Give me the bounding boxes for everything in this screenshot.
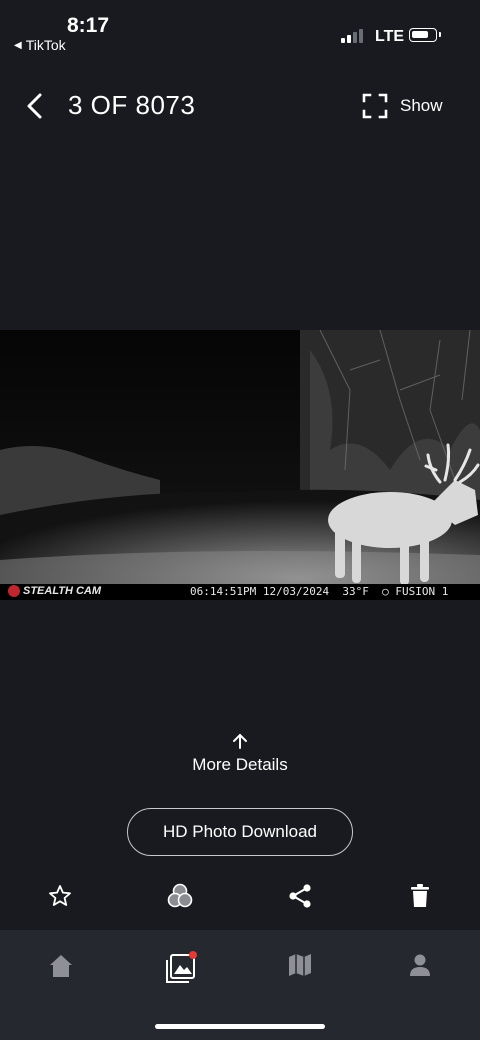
filter-circles-icon: [167, 883, 193, 908]
status-time: 8:17: [67, 14, 110, 37]
stealth-cam-logo: STEALTH CAM: [8, 585, 101, 597]
moon-phase-icon: ○: [382, 585, 389, 598]
back-app-label: TikTok: [25, 37, 66, 53]
gallery-icon: [166, 951, 197, 983]
show-label[interactable]: Show: [400, 96, 443, 116]
nav-map[interactable]: [287, 952, 315, 980]
battery-icon: [409, 28, 441, 42]
nav-home[interactable]: [47, 952, 75, 980]
brand-label: STEALTH CAM: [23, 585, 102, 597]
more-details-button[interactable]: More Details: [0, 733, 480, 775]
notification-badge: [189, 951, 197, 959]
back-to-app-link[interactable]: ◀ TikTok: [14, 37, 66, 53]
delete-button[interactable]: [406, 882, 434, 910]
home-icon: [50, 955, 72, 977]
share-icon: [289, 884, 311, 908]
photo-counter: 3 OF 8073: [68, 90, 196, 120]
chevron-left-icon: [27, 93, 42, 119]
filter-button[interactable]: [166, 882, 194, 910]
slideshow-button[interactable]: [362, 93, 388, 119]
home-indicator[interactable]: [155, 1024, 325, 1029]
stamp-info: 06:14:51PM 12/03/2024 33°F ○ FUSION 1: [190, 585, 448, 598]
back-triangle-icon: ◀: [14, 39, 22, 51]
deer-night-image: [0, 330, 480, 600]
nav-gallery[interactable]: [166, 951, 197, 983]
stamp-date: 12/03/2024: [262, 585, 330, 598]
hd-photo-download-label: HD Photo Download: [162, 822, 318, 841]
trash-icon: [411, 884, 429, 907]
trail-camera-photo[interactable]: [0, 330, 480, 600]
stamp-camera: FUSION 1: [395, 585, 449, 598]
stamp-temp: 33°F: [342, 585, 369, 598]
profile-icon: [410, 954, 430, 976]
favorite-button[interactable]: [46, 882, 74, 910]
nav-profile[interactable]: [407, 952, 435, 980]
photo-info-stamp: STEALTH CAM 06:14:51PM 12/03/2024 33°F ○…: [0, 584, 480, 600]
share-button[interactable]: [286, 882, 314, 910]
back-button[interactable]: [22, 90, 50, 122]
arrow-up-icon: [0, 733, 480, 753]
stealth-cam-logo-icon: [8, 585, 20, 597]
fullscreen-icon: [362, 93, 388, 119]
network-type: LTE: [375, 28, 405, 45]
signal-strength-icon: [341, 29, 363, 43]
stamp-time: 06:14:51PM: [190, 585, 257, 598]
star-icon: [49, 885, 71, 906]
more-details-label: More Details: [192, 755, 288, 774]
hd-photo-download-button[interactable]: HD Photo Download: [127, 808, 353, 856]
map-icon: [289, 954, 311, 976]
